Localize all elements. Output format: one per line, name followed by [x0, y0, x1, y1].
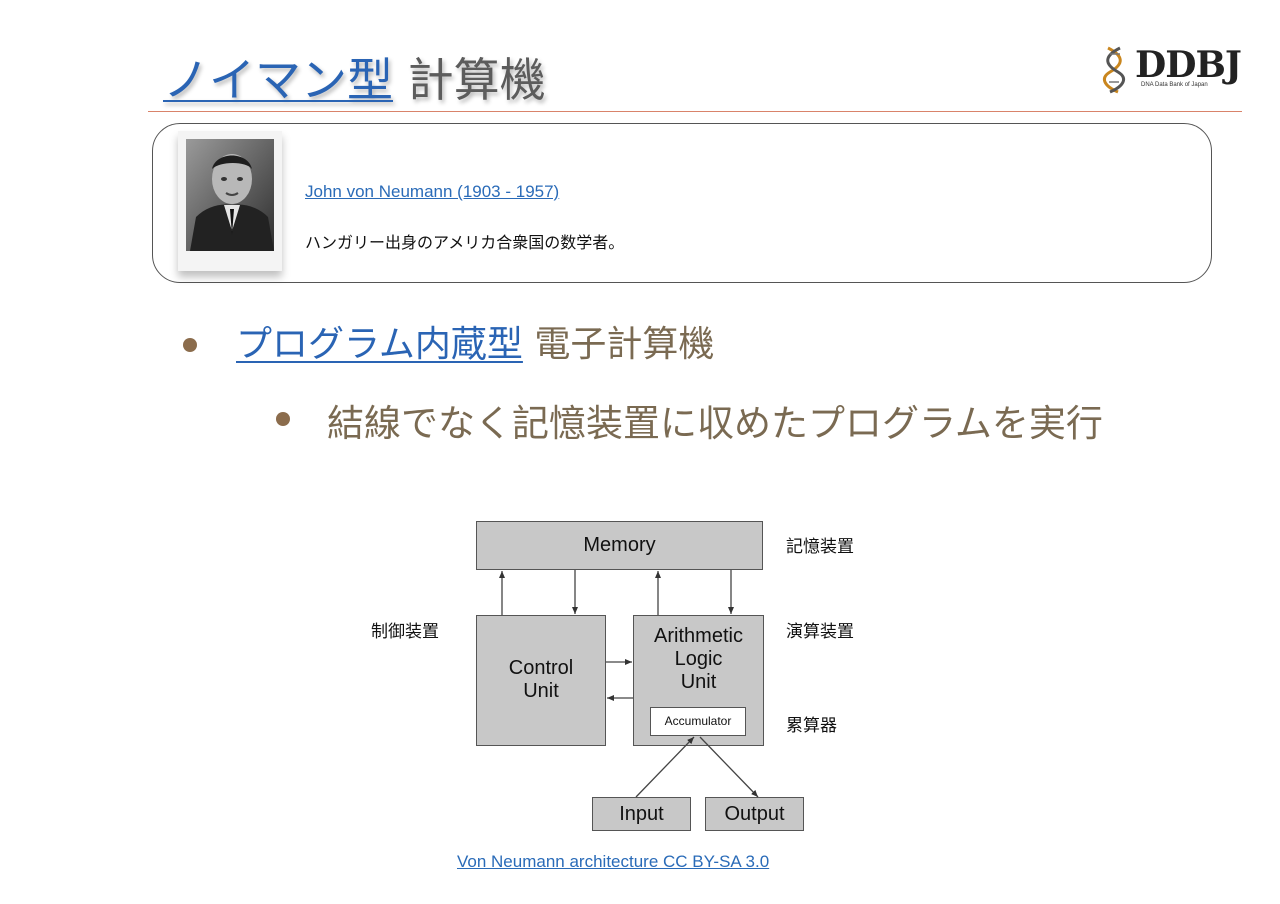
- title-divider: [148, 111, 1242, 112]
- accumulator-jp-label: 累算器: [786, 716, 837, 736]
- profile-card: [152, 123, 1212, 283]
- memory-box: Memory: [476, 521, 763, 570]
- neumann-description: ハンガリー出身のアメリカ合衆国の数学者。: [305, 233, 625, 252]
- ddbj-logo-subtitle: DNA Data Bank of Japan: [1141, 82, 1208, 88]
- portrait-photo: [186, 139, 274, 251]
- input-box: Input: [592, 797, 691, 831]
- alu-label-line: Logic: [674, 648, 723, 670]
- control-jp-label: 制御装置: [371, 622, 439, 642]
- bullet-level1-text: 電子計算機: [522, 324, 715, 365]
- ddbj-logo: DDBJ: [1135, 44, 1242, 86]
- diagram-caption-link[interactable]: Von Neumann architecture CC BY-SA 3.0: [457, 852, 769, 872]
- control-unit-label-line: Control: [508, 657, 574, 679]
- title-text: 計算機: [393, 53, 546, 107]
- alu-jp-label: 演算装置: [786, 622, 854, 642]
- arrow-input-to-accumulator: [635, 736, 695, 798]
- neumann-link[interactable]: John von Neumann (1903 - 1957): [305, 182, 559, 202]
- arrow-accumulator-to-output: [699, 736, 759, 798]
- alu-label: Arithmetic Logic Unit: [633, 625, 764, 694]
- stored-program-link[interactable]: プログラム内蔵型: [236, 324, 523, 365]
- alu-label-line: Unit: [680, 671, 717, 693]
- accumulator-box: Accumulator: [650, 707, 746, 736]
- bullet-level2: 結線でなく記憶装置に収めたプログラムを実行: [327, 402, 1103, 445]
- alu-label-line: Arithmetic: [654, 625, 743, 647]
- bullet-dot: [276, 412, 290, 426]
- control-unit-label: Control Unit: [476, 657, 606, 703]
- output-box: Output: [705, 797, 804, 831]
- bullet-dot: [183, 338, 197, 352]
- control-unit-label-line: Unit: [523, 680, 559, 702]
- title-link[interactable]: ノイマン型: [163, 53, 393, 107]
- page-title: ノイマン型 計算機: [163, 50, 546, 110]
- memory-jp-label: 記憶装置: [786, 537, 854, 557]
- bullet-level1: プログラム内蔵型 電子計算機: [236, 320, 714, 370]
